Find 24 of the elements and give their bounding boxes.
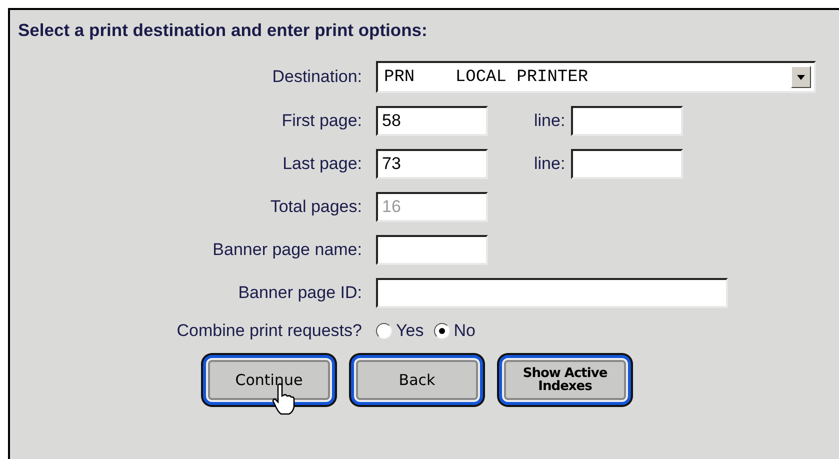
field-label: Total pages: xyxy=(270,197,362,217)
input-field[interactable] xyxy=(571,149,684,179)
field-label: line: xyxy=(534,154,566,174)
destination-select[interactable]: PRN LOCAL PRINTER xyxy=(376,61,816,93)
field-label: Banner page ID: xyxy=(238,283,362,303)
input-field[interactable]: 73 xyxy=(376,149,488,179)
input-field[interactable] xyxy=(376,235,488,265)
form-button[interactable]: Continue xyxy=(203,355,335,405)
field-label: Destination: xyxy=(272,67,362,87)
input-field[interactable]: 58 xyxy=(376,106,488,136)
radio-icon[interactable] xyxy=(434,323,450,339)
radio-option[interactable]: Yes xyxy=(376,321,424,341)
field-label: Last page: xyxy=(282,154,362,174)
form-button[interactable]: Back xyxy=(351,355,483,405)
radio-icon[interactable] xyxy=(376,323,392,339)
radio-option[interactable]: No xyxy=(434,321,476,341)
field-label: line: xyxy=(534,111,566,131)
input-field[interactable] xyxy=(376,278,728,308)
field-label: Banner page name: xyxy=(212,240,362,260)
field-label: Combine print requests? xyxy=(176,321,362,341)
form-button[interactable]: Show Active Indexes xyxy=(499,355,631,405)
field-label: First page: xyxy=(282,111,362,131)
section-heading: Select a print destination and enter print options: xyxy=(18,20,428,41)
input-field[interactable] xyxy=(571,106,684,136)
